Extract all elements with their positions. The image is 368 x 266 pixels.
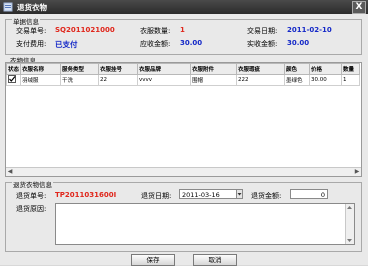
checkbox-checked-icon[interactable] [8,75,17,83]
cell-color: 墨绿色 [284,74,311,86]
due-amount-label: 应收金额: [140,40,171,48]
col-header-price[interactable]: 价格 [309,63,343,75]
title-bar[interactable]: 退货衣物 X [0,0,368,14]
horizontal-scrollbar[interactable]: ◀ ▶ [6,167,361,176]
due-amount-value: 30.00 [180,39,203,47]
reason-scrollbar[interactable] [345,204,354,244]
col-header-defect[interactable]: 衣服瑕疵 [236,63,286,75]
cell-name: 羽绒服 [20,74,62,86]
cell-brand: vvvv [137,74,192,86]
cell-price: 30.00 [309,74,343,86]
trade-date-label: 交易日期: [247,27,278,35]
payment-value: 已支付 [55,40,78,49]
order-info-group: 单据信息 交易单号: SQ2011021000 衣服数量: 1 交易日期: 20… [5,16,362,55]
return-info-legend: 退货衣物信息 [12,179,53,189]
save-button[interactable]: 保存 [131,254,175,266]
window-title: 退货衣物 [17,3,47,12]
scroll-left-icon[interactable]: ◀ [6,168,14,176]
cell-defect: 222 [236,74,286,86]
scroll-right-icon[interactable]: ▶ [353,168,361,176]
cancel-button[interactable]: 取消 [193,254,237,266]
reason-label: 退货原因: [16,205,47,213]
paid-amount-value: 30.00 [287,39,310,47]
col-header-color[interactable]: 颜色 [284,63,311,75]
cell-accessory: 围帽 [190,74,238,86]
col-header-service[interactable]: 服务类型 [60,63,100,75]
order-no-label: 交易单号: [16,27,47,35]
cell-qty: 1 [341,74,361,86]
trade-date-value: 2011-02-10 [287,26,332,34]
return-amount-value: 0 [320,191,325,199]
return-no-value: TP2011031600I [55,191,117,199]
scroll-arrows-icon [347,206,352,242]
return-date-value: 2011-03-16 [182,191,220,199]
chevron-down-icon [237,193,242,196]
clothes-grid[interactable]: 状态 衣服名称 服务类型 衣服挂号 衣服品牌 衣服附件 衣服瑕疵 颜色 价格 数… [5,62,362,177]
return-clothes-window: 退货衣物 X 单据信息 交易单号: SQ2011021000 衣服数量: 1 交… [0,0,368,266]
return-amount-label: 退货金额: [251,192,282,200]
clothes-count-value: 1 [180,26,185,34]
app-icon [3,2,13,12]
order-no-value: SQ2011021000 [55,26,115,34]
reason-textarea[interactable] [55,203,355,245]
return-no-label: 退货单号: [16,192,47,200]
cell-tag: 22 [98,74,139,86]
col-header-status[interactable]: 状态 [6,63,22,75]
date-dropdown-button[interactable] [236,189,243,199]
clothes-table: 状态 衣服名称 服务类型 衣服挂号 衣服品牌 衣服附件 衣服瑕疵 颜色 价格 数… [6,63,361,86]
col-header-brand[interactable]: 衣服品牌 [137,63,192,75]
close-button[interactable]: X [352,1,366,14]
col-header-name[interactable]: 衣服名称 [20,63,62,75]
order-info-legend: 单据信息 [12,16,40,26]
payment-label: 支付费用: [16,40,47,48]
col-header-qty[interactable]: 数量 [341,63,361,75]
return-info-group: 退货衣物信息 退货单号: TP2011031600I 退货日期: 2011-03… [5,179,362,252]
return-amount-input[interactable]: 0 [290,189,328,199]
clothes-count-label: 衣服数量: [140,27,171,35]
paid-amount-label: 实收金额: [247,40,278,48]
return-date-label: 退货日期: [141,192,172,200]
col-header-tag[interactable]: 衣服挂号 [98,63,139,75]
row-checkbox[interactable] [6,74,22,86]
cell-service: 干洗 [60,74,100,86]
col-header-accessory[interactable]: 衣服附件 [190,63,238,75]
table-header-row: 状态 衣服名称 服务类型 衣服挂号 衣服品牌 衣服附件 衣服瑕疵 颜色 价格 数… [6,63,361,75]
table-row[interactable]: 羽绒服 干洗 22 vvvv 围帽 222 墨绿色 30.00 1 [6,74,361,86]
return-date-picker[interactable]: 2011-03-16 [179,189,237,199]
